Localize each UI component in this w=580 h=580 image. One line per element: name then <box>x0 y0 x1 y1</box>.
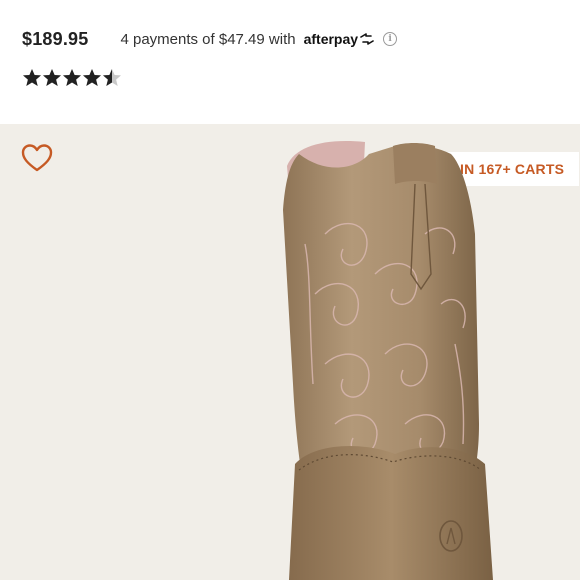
afterpay-logo[interactable]: afterpay <box>304 31 375 47</box>
afterpay-arrows-icon <box>360 33 374 45</box>
price: $189.95 <box>22 28 89 49</box>
product-image-area[interactable]: IN 167+ CARTS <box>0 124 580 580</box>
star-icon <box>43 69 61 86</box>
star-icon <box>63 69 81 86</box>
star-icon <box>23 69 41 86</box>
star-icon <box>103 69 121 86</box>
price-row: $189.95 4 payments of $47.49 with afterp… <box>22 26 562 52</box>
star-rating <box>22 68 122 88</box>
heart-icon[interactable] <box>21 143 53 173</box>
info-icon[interactable]: i <box>383 32 398 46</box>
afterpay-label: afterpay <box>303 31 359 47</box>
installment-text: 4 payments of $47.49 with <box>120 30 296 48</box>
boot-product-image <box>283 141 493 580</box>
star-icon <box>83 69 101 86</box>
title-overflow <box>0 0 580 10</box>
